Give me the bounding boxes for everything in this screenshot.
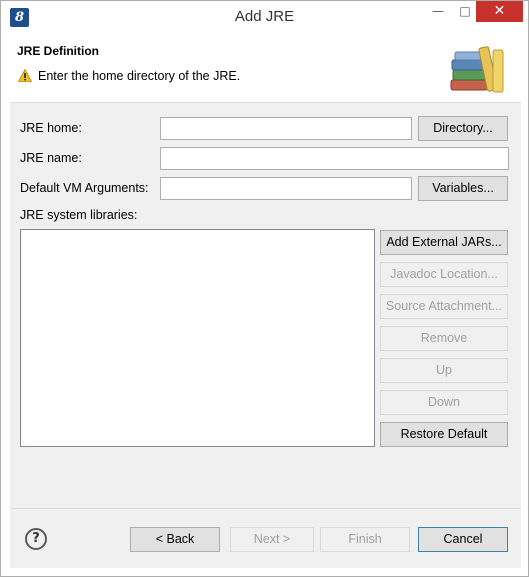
- jre-name-label: JRE name:: [20, 151, 82, 165]
- dialog-footer: ? < Back Next > Finish Cancel: [10, 508, 521, 568]
- finish-button[interactable]: Finish: [320, 527, 410, 552]
- variables-button[interactable]: Variables...: [418, 176, 508, 201]
- jre-home-label: JRE home:: [20, 121, 82, 135]
- cancel-button[interactable]: Cancel: [418, 527, 508, 552]
- vm-args-input[interactable]: [160, 177, 412, 200]
- down-button[interactable]: Down: [380, 390, 508, 415]
- back-button[interactable]: < Back: [130, 527, 220, 552]
- title-bar: 8 Add JRE — □ ✕: [1, 1, 528, 34]
- books-icon: [450, 46, 504, 93]
- banner-message: Enter the home directory of the JRE.: [38, 69, 241, 83]
- help-icon[interactable]: ?: [25, 528, 47, 550]
- javadoc-location-button[interactable]: Javadoc Location...: [380, 262, 508, 287]
- banner-title: JRE Definition: [17, 44, 100, 58]
- close-button[interactable]: ✕: [476, 1, 523, 22]
- restore-default-button[interactable]: Restore Default: [380, 422, 508, 447]
- add-external-jars-button[interactable]: Add External JARs...: [380, 230, 508, 255]
- remove-button[interactable]: Remove: [380, 326, 508, 351]
- jre-name-input[interactable]: [160, 147, 509, 170]
- next-button[interactable]: Next >: [230, 527, 314, 552]
- jre-home-input[interactable]: [160, 117, 412, 140]
- jre-libraries-label: JRE system libraries:: [20, 208, 138, 222]
- add-jre-dialog: 8 Add JRE — □ ✕ JRE Definition Enter the…: [0, 0, 529, 577]
- maximize-button[interactable]: □: [451, 1, 479, 22]
- warning-icon: [18, 69, 32, 82]
- directory-button[interactable]: Directory...: [418, 116, 508, 141]
- up-button[interactable]: Up: [380, 358, 508, 383]
- dialog-body: JRE home: Directory... JRE name: Default…: [10, 103, 521, 508]
- jre-libraries-list[interactable]: [20, 229, 375, 447]
- minimize-button[interactable]: —: [424, 1, 452, 22]
- header-banner: JRE Definition Enter the home directory …: [10, 34, 521, 103]
- source-attachment-button[interactable]: Source Attachment...: [380, 294, 508, 319]
- vm-args-label: Default VM Arguments:: [20, 181, 149, 195]
